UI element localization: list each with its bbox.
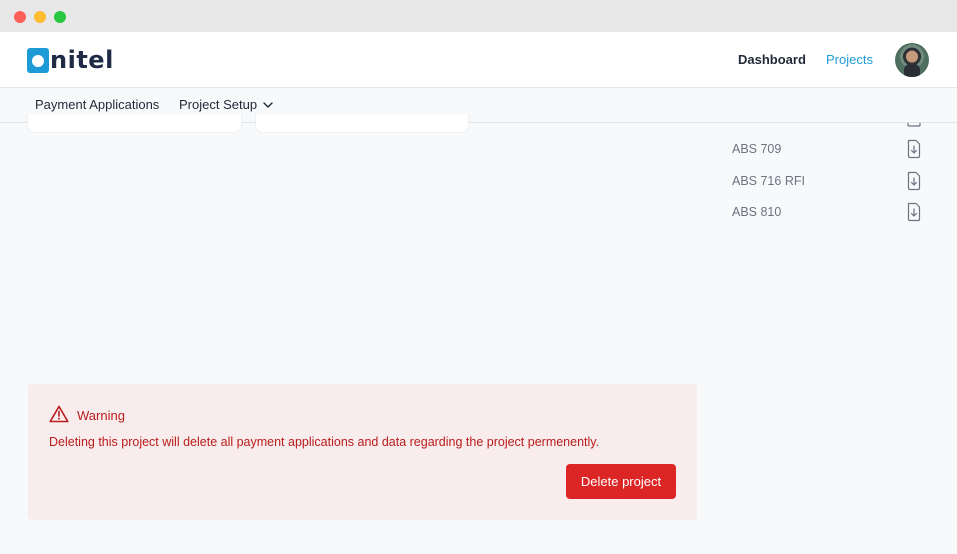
file-download-icon[interactable] <box>906 139 922 159</box>
subnav-item-project-setup[interactable]: Project Setup <box>179 97 273 113</box>
summary-card <box>27 114 242 133</box>
close-window-button[interactable] <box>14 11 26 23</box>
top-navigation: nitel Dashboard Projects <box>0 32 957 88</box>
browser-window: nitel Dashboard Projects Payment Applica… <box>0 0 957 554</box>
file-row: ABS 810 <box>732 202 927 222</box>
nav-link-projects[interactable]: Projects <box>826 52 873 68</box>
warning-message: Deleting this project will delete all pa… <box>49 435 600 449</box>
nav-link-dashboard[interactable]: Dashboard <box>738 52 806 68</box>
file-download-icon[interactable] <box>906 123 922 127</box>
file-row: ABS 709 <box>732 139 927 159</box>
window-titlebar <box>0 0 957 32</box>
subnav-item-payment-applications[interactable]: Payment Applications <box>35 97 159 113</box>
file-row: ABS 716 RFI <box>732 171 927 191</box>
brand-logo[interactable]: nitel <box>27 46 114 74</box>
file-download-icon[interactable] <box>906 202 922 222</box>
user-avatar[interactable] <box>895 43 929 77</box>
delete-warning-panel: Warning Deleting this project will delet… <box>28 384 697 520</box>
maximize-window-button[interactable] <box>54 11 66 23</box>
logo-text: nitel <box>50 46 114 74</box>
chevron-down-icon <box>263 102 273 108</box>
warning-title: Warning <box>77 408 125 423</box>
logo-mark-icon <box>27 47 49 73</box>
summary-card <box>255 114 469 133</box>
file-name: ABS 709 <box>732 142 782 156</box>
minimize-window-button[interactable] <box>34 11 46 23</box>
warning-triangle-icon <box>49 405 69 423</box>
file-name: ABS 716 RFI <box>732 174 805 188</box>
file-name: ABS 810 <box>732 205 782 219</box>
subnav-item-label: Project Setup <box>179 97 258 112</box>
file-download-icon[interactable] <box>906 171 922 191</box>
delete-project-button[interactable]: Delete project <box>566 464 676 499</box>
